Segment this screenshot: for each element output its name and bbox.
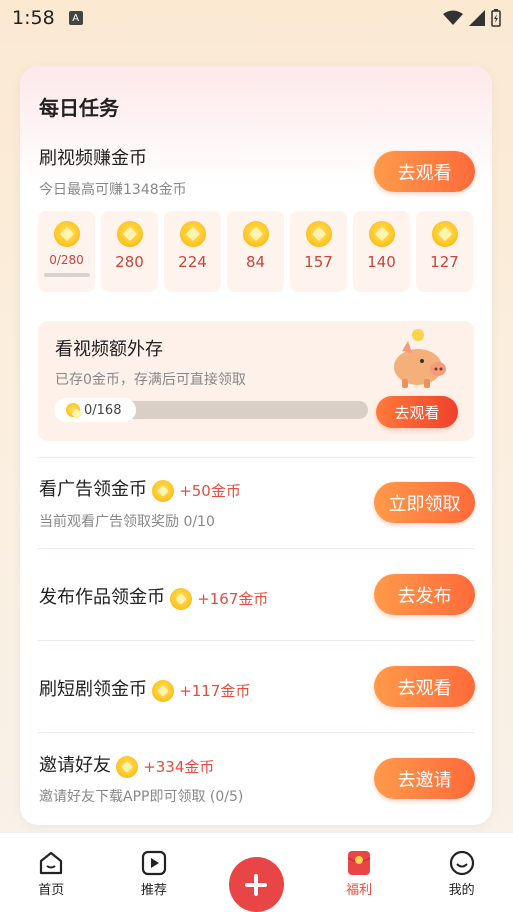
nav-label: 推荐: [140, 883, 167, 898]
wifi-icon: [443, 10, 463, 25]
coin-icon: [305, 221, 332, 247]
divider: [38, 457, 474, 458]
nav-label: 福利: [346, 883, 373, 898]
coin-icon: [152, 679, 175, 702]
nav-item-recommend[interactable]: 推荐: [103, 833, 206, 912]
day-item: 280: [101, 211, 158, 292]
day-value: 224: [178, 253, 207, 271]
piggy-title: 看视频额外存: [55, 339, 163, 360]
day-value: 280: [115, 253, 144, 271]
smile-icon: [449, 850, 474, 876]
task-name: 刷短剧领金币: [39, 679, 147, 700]
coin-icon: [152, 479, 175, 502]
task-name: 发布作品领金币: [39, 587, 165, 608]
red-envelope-icon: [347, 851, 371, 875]
task-sub: 当前观看广告领取奖励 0/10: [39, 514, 215, 530]
day-value: 140: [367, 253, 396, 271]
coin-icon: [66, 403, 80, 417]
task-name: 邀请好友: [39, 755, 111, 776]
task-row: 邀请好友 +334金币: [39, 751, 214, 778]
video-task-name: 刷视频赚金币: [39, 148, 147, 169]
video-task-sub: 今日最高可赚1348金币: [39, 182, 187, 198]
coin-icon: [242, 221, 269, 247]
coin-icon: [116, 221, 143, 247]
coin-icon: [431, 221, 458, 247]
task-row: 刷短剧领金币 +117金币: [39, 675, 250, 702]
signal-icon: [469, 10, 485, 26]
piggy-progress-label: 0/168: [54, 398, 136, 422]
plus-icon: [228, 857, 284, 912]
day-item: 224: [164, 211, 221, 292]
nav-item-mine[interactable]: 我的: [410, 833, 513, 912]
day-item: 157: [290, 211, 347, 292]
status-bar: 1:58 A: [0, 0, 513, 36]
task-row: 发布作品领金币 +167金币: [39, 583, 268, 610]
divider: [38, 732, 474, 733]
coin-icon: [170, 587, 193, 610]
day-progress-bar: [43, 273, 90, 277]
task-sub: 邀请好友下载APP即可领取 (0/5): [39, 789, 244, 805]
task-reward: +117金币: [179, 682, 251, 700]
notification-icon: A: [68, 11, 83, 25]
watch-video-button[interactable]: 去观看: [374, 151, 475, 192]
task-name: 看广告领金币: [39, 479, 147, 500]
battery-icon: [491, 9, 501, 27]
task-reward: +334金币: [143, 758, 215, 776]
daily-coin-list: 0/280 280 224 84 157 140 127: [38, 211, 473, 292]
bottom-nav: 首页 推荐 福利 我的: [0, 832, 513, 912]
status-icons: [443, 9, 501, 27]
divider: [38, 548, 474, 549]
watch-drama-button[interactable]: 去观看: [374, 666, 475, 707]
coin-icon: [368, 221, 395, 247]
coin-icon: [53, 221, 80, 247]
day-item: 84: [227, 211, 284, 292]
card-title: 每日任务: [39, 96, 119, 120]
piggy-progress-track: 0/168: [54, 398, 368, 422]
day-value: 0/280: [49, 253, 84, 267]
piggy-bank-box: 看视频额外存 已存0金币，存满后可直接领取 0/168 去观看: [38, 321, 474, 441]
day-value: 157: [304, 253, 333, 271]
nav-item-create[interactable]: [205, 833, 308, 912]
nav-label: 我的: [448, 883, 475, 898]
publish-button[interactable]: 去发布: [374, 574, 475, 615]
nav-item-welfare[interactable]: 福利: [308, 833, 411, 912]
day-item: 127: [416, 211, 473, 292]
task-reward: +167金币: [197, 590, 269, 608]
divider: [38, 640, 474, 641]
piggy-progress-text: 0/168: [84, 402, 122, 418]
piggy-watch-button[interactable]: 去观看: [376, 396, 458, 428]
piggy-bank-icon: [394, 329, 446, 388]
day-item: 140: [353, 211, 410, 292]
daily-tasks-card: 每日任务 刷视频赚金币 今日最高可赚1348金币 去观看 0/280 280 2…: [20, 66, 492, 825]
status-time: 1:58: [12, 7, 55, 29]
task-reward: +50金币: [179, 482, 241, 500]
day-item: 0/280: [38, 211, 95, 292]
coin-icon: [179, 221, 206, 247]
claim-now-button[interactable]: 立即领取: [374, 482, 475, 523]
coin-icon: [116, 755, 139, 778]
play-icon: [141, 850, 166, 876]
piggy-sub: 已存0金币，存满后可直接领取: [55, 372, 246, 388]
task-row: 看广告领金币 +50金币: [39, 475, 241, 502]
nav-item-home[interactable]: 首页: [0, 833, 103, 912]
invite-button[interactable]: 去邀请: [374, 758, 475, 799]
nav-label: 首页: [38, 883, 65, 898]
day-value: 127: [430, 253, 459, 271]
home-icon: [40, 851, 63, 875]
day-value: 84: [245, 253, 266, 271]
